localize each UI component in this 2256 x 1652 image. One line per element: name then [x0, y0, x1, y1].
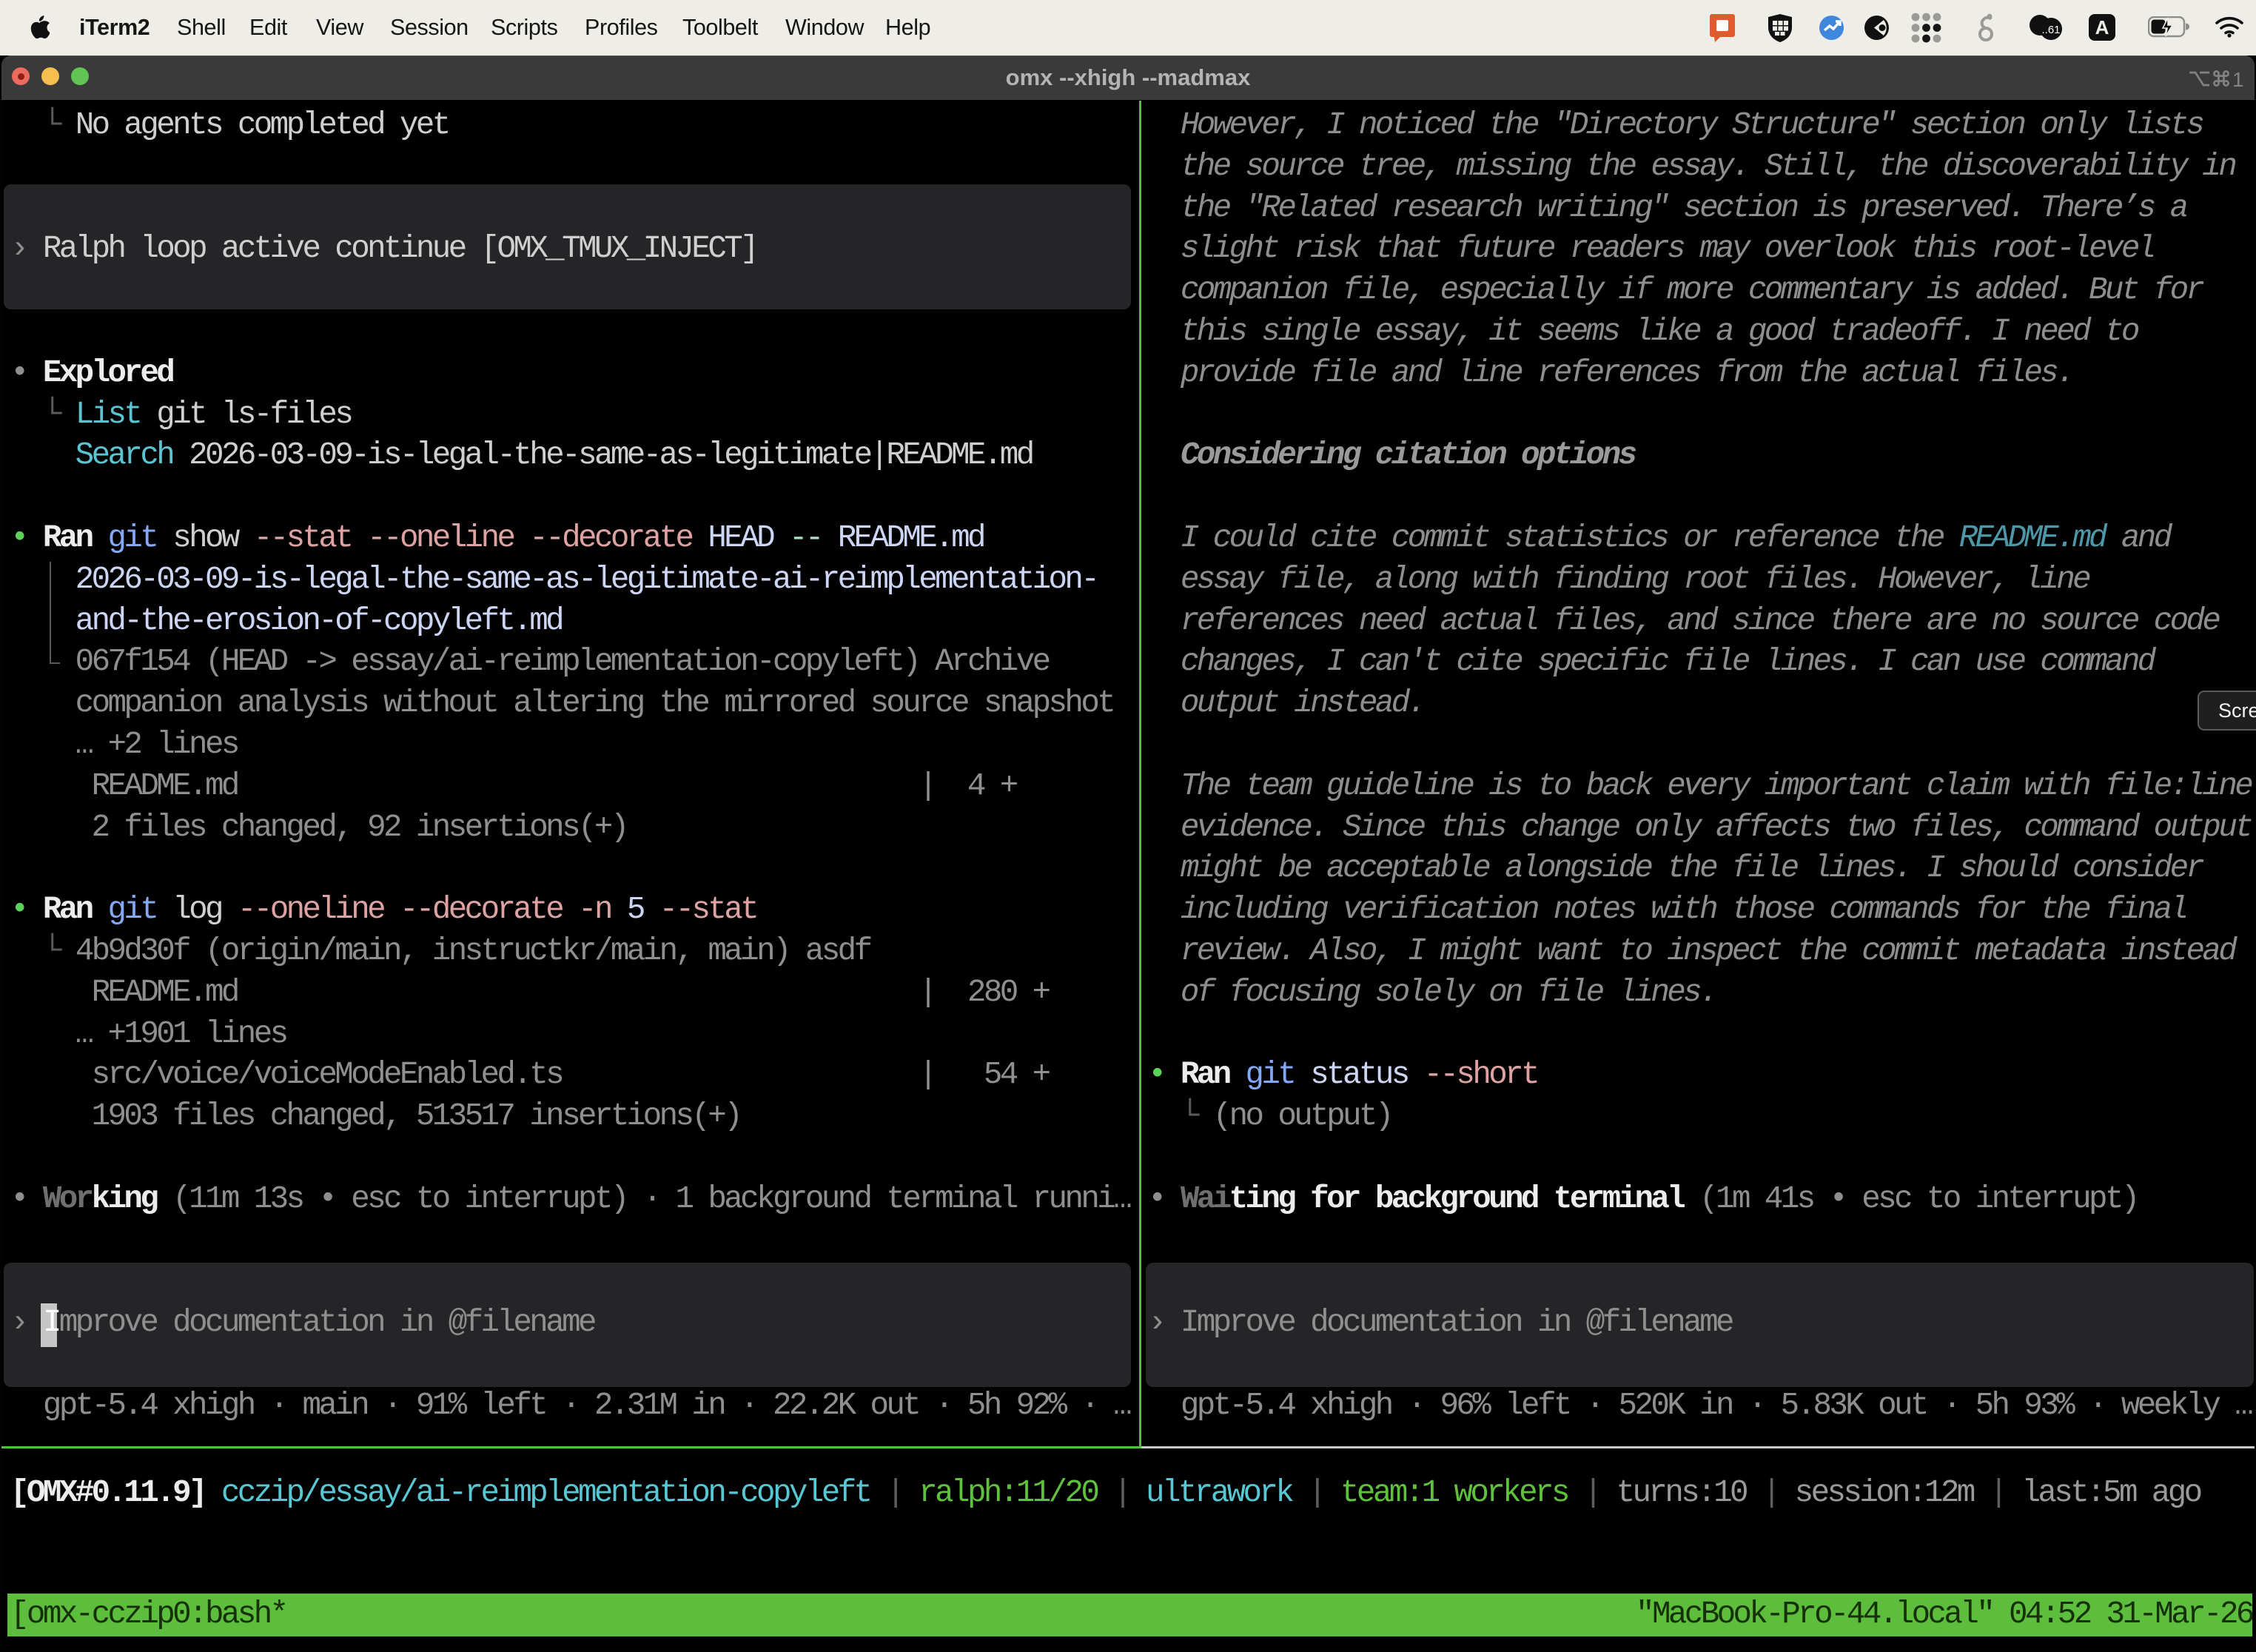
- svg-text:..61: ..61: [2041, 24, 2060, 36]
- svg-text:A: A: [2095, 16, 2109, 38]
- svg-text:1: 1: [2232, 68, 2244, 91]
